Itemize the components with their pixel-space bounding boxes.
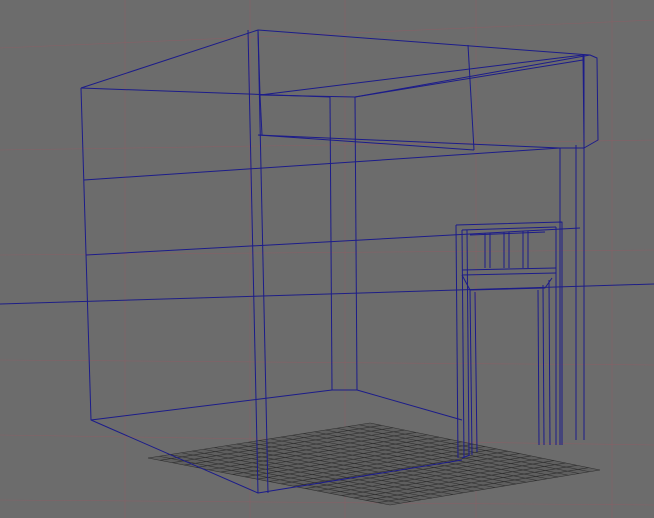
- floor-grid: [147, 422, 601, 506]
- ceiling-soffit[interactable]: [257, 29, 599, 149]
- room-box[interactable]: [80, 29, 591, 494]
- viewport-canvas[interactable]: [0, 0, 654, 518]
- 3d-viewport[interactable]: [0, 0, 654, 518]
- transom-window[interactable]: [469, 231, 546, 268]
